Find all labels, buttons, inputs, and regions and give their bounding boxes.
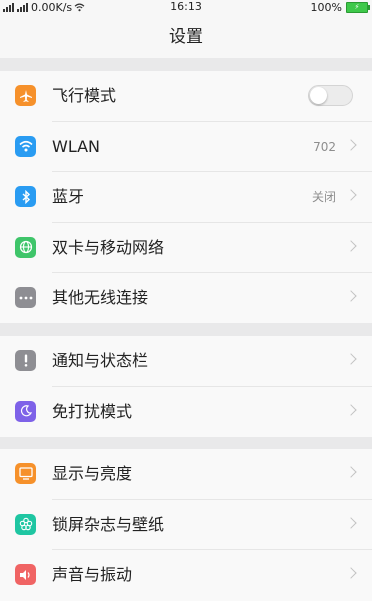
battery-icon: ⚡	[346, 1, 370, 13]
chevron-right-icon	[345, 353, 357, 365]
settings-item-notifications-status-bar[interactable]: 通知与状态栏	[0, 336, 372, 387]
item-label: 免打扰模式	[52, 401, 133, 421]
item-label: 其他无线连接	[52, 288, 149, 307]
chevron-right-icon	[345, 239, 357, 252]
moon-icon	[15, 400, 36, 422]
wlan-value: 702	[313, 139, 336, 154]
chevron-right-icon	[345, 516, 357, 529]
section-gap	[0, 58, 372, 71]
airplane-mode-toggle[interactable]	[308, 85, 353, 106]
bluetooth-icon	[15, 186, 36, 207]
toggle-knob	[310, 87, 327, 104]
settings-item-airplane-mode[interactable]: 飞行模式	[0, 71, 372, 122]
chevron-right-icon	[345, 403, 357, 416]
item-label: 双卡与移动网络	[52, 237, 165, 257]
chevron-right-icon	[345, 290, 357, 302]
chevron-right-icon	[345, 567, 357, 579]
page-title: 设置	[0, 14, 372, 58]
settings-item-display-brightness[interactable]: 显示与亮度	[0, 449, 372, 500]
item-label: WLAN	[52, 136, 101, 156]
settings-item-sound-vibration[interactable]: 声音与振动	[0, 550, 372, 601]
item-label: 锁屏杂志与壁纸	[52, 514, 165, 534]
chevron-right-icon	[345, 189, 357, 201]
item-label: 显示与亮度	[52, 464, 133, 483]
settings-item-other-wireless[interactable]: 其他无线连接	[0, 273, 372, 324]
display-icon	[15, 463, 36, 484]
globe-icon	[15, 236, 36, 258]
settings-group-notifications: 通知与状态栏 免打扰模式	[0, 336, 372, 437]
chevron-right-icon	[345, 138, 357, 151]
item-label: 声音与振动	[52, 565, 133, 584]
section-gap	[0, 323, 372, 336]
section-gap	[0, 437, 372, 449]
settings-item-lockscreen-wallpaper[interactable]: 锁屏杂志与壁纸	[0, 500, 372, 550]
settings-item-bluetooth[interactable]: 蓝牙 关闭	[0, 172, 372, 223]
settings-item-wlan[interactable]: WLAN 702	[0, 122, 372, 172]
battery-percent: 100%	[310, 0, 342, 14]
wifi-icon	[15, 135, 36, 157]
settings-item-dual-sim-mobile-network[interactable]: 双卡与移动网络	[0, 223, 372, 273]
settings-item-do-not-disturb[interactable]: 免打扰模式	[0, 387, 372, 438]
settings-group-connectivity: 飞行模式 WLAN 702 蓝牙 关闭 双卡与移动网络 其他无线连接	[0, 71, 372, 324]
sound-icon	[15, 564, 36, 585]
item-label: 通知与状态栏	[52, 351, 149, 370]
more-dots-icon	[15, 287, 36, 308]
status-bar: 0.00K/s 16:13 100% ⚡	[0, 0, 372, 14]
bluetooth-value: 关闭	[311, 190, 336, 204]
item-label: 蓝牙	[52, 187, 85, 206]
flower-icon	[15, 513, 36, 535]
airplane-icon	[15, 85, 36, 106]
chevron-right-icon	[345, 466, 357, 478]
settings-group-display: 显示与亮度 锁屏杂志与壁纸 声音与振动	[0, 449, 372, 601]
item-label: 飞行模式	[52, 86, 117, 105]
notification-icon	[15, 350, 36, 371]
